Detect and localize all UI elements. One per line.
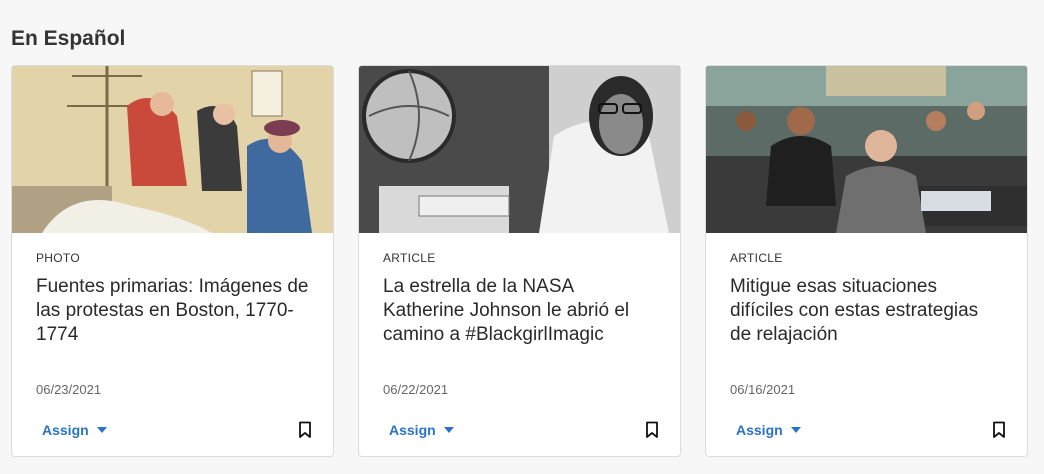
card-date: 06/22/2021 — [383, 382, 449, 397]
card-type: PHOTO — [36, 251, 80, 265]
assign-label: Assign — [42, 422, 89, 438]
caret-down-icon — [790, 427, 801, 433]
assign-button[interactable]: Assign — [36, 422, 107, 438]
content-card[interactable]: ARTICLE La estrella de la NASA Katherine… — [358, 65, 681, 457]
card-footer: Assign — [36, 418, 313, 442]
card-title[interactable]: Mitigue esas situaciones difíciles con e… — [730, 275, 1003, 347]
section-title: En Español — [11, 27, 126, 50]
assign-label: Assign — [389, 422, 436, 438]
assign-button[interactable]: Assign — [383, 422, 454, 438]
card-title[interactable]: La estrella de la NASA Katherine Johnson… — [383, 275, 656, 347]
card-date: 06/16/2021 — [730, 382, 796, 397]
bookmark-icon[interactable] — [991, 421, 1007, 439]
assign-button[interactable]: Assign — [730, 422, 801, 438]
card-footer: Assign — [730, 418, 1007, 442]
card-image[interactable] — [706, 66, 1027, 233]
caret-down-icon — [443, 427, 454, 433]
card-image[interactable] — [359, 66, 680, 233]
card-title[interactable]: Fuentes primarias: Imágenes de las prote… — [36, 275, 309, 347]
card-image[interactable] — [12, 66, 333, 233]
card-type: ARTICLE — [730, 251, 783, 265]
card-list: PHOTO Fuentes primarias: Imágenes de las… — [11, 65, 1028, 457]
card-footer: Assign — [383, 418, 660, 442]
content-card[interactable]: ARTICLE Mitigue esas situaciones difícil… — [705, 65, 1028, 457]
card-date: 06/23/2021 — [36, 382, 102, 397]
bookmark-icon[interactable] — [297, 421, 313, 439]
content-card[interactable]: PHOTO Fuentes primarias: Imágenes de las… — [11, 65, 334, 457]
bookmark-icon[interactable] — [644, 421, 660, 439]
assign-label: Assign — [736, 422, 783, 438]
card-type: ARTICLE — [383, 251, 436, 265]
caret-down-icon — [96, 427, 107, 433]
